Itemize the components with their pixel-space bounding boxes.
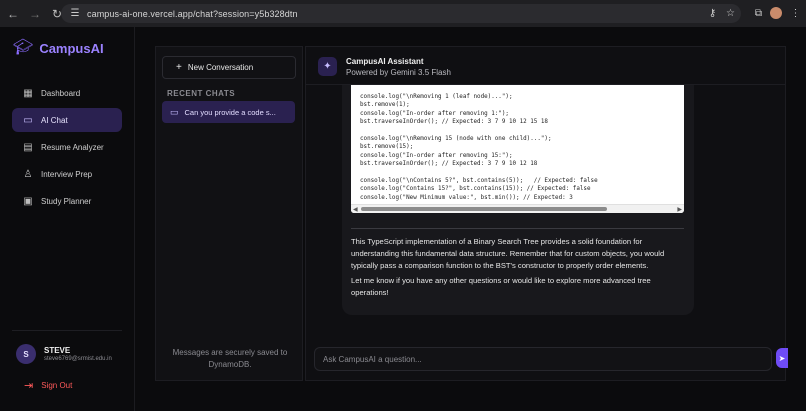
assistant-message: console.log("\nRemoving 1 (leaf node)...… <box>342 85 694 315</box>
scroll-left-icon[interactable]: ◀ <box>353 206 358 213</box>
sign-out-label: Sign Out <box>41 381 73 390</box>
recent-chats-heading: RECENT CHATS <box>167 89 236 98</box>
code-line: console.log("In-order after removing 1:"… <box>360 110 509 117</box>
conversations-panel: + New Conversation RECENT CHATS ▭ Can yo… <box>155 46 303 381</box>
code-line: bst.traverseInOrder(); // Expected: 3 7 … <box>360 119 548 126</box>
sidebar-item-dashboard[interactable]: ▦ Dashboard <box>12 81 122 105</box>
menu-dots-icon[interactable]: ⋮ <box>787 5 804 22</box>
profile-avatar-icon[interactable] <box>770 7 782 19</box>
code-line: bst.remove(1); <box>360 102 410 109</box>
chat-panel: ✦ CampusAI Assistant Powered by Gemini 3… <box>305 46 786 381</box>
chat-input-box[interactable] <box>314 347 772 371</box>
code-line: console.log("In-order after removing 15:… <box>360 152 513 159</box>
url-text[interactable]: campus-ai-one.vercel.app/chat?session=y5… <box>87 9 298 19</box>
extensions-icon[interactable]: ⧉ <box>750 5 767 22</box>
back-icon[interactable]: ← <box>4 5 22 23</box>
sidebar-divider <box>12 330 122 331</box>
sidebar-item-interview-prep[interactable]: ♙ Interview Prep <box>12 162 122 186</box>
divider <box>351 228 684 229</box>
brand[interactable]: 🎓︎ CampusAI <box>13 40 104 56</box>
code-line: bst.traverseInOrder(); // Expected: 3 7 … <box>360 161 538 168</box>
assistant-title: CampusAI Assistant <box>346 57 424 66</box>
code-line: console.log("\nRemoving 15 (node with on… <box>360 136 552 143</box>
horizontal-scrollbar[interactable]: ◀ ▶ <box>351 204 684 213</box>
code-line: console.log("Contains 15?", bst.contains… <box>360 186 591 193</box>
user-icon: ♙ <box>23 168 33 180</box>
sign-out-button[interactable]: ⇥ Sign Out <box>24 379 72 392</box>
grid-icon: ▦ <box>23 87 33 99</box>
sidebar-item-resume-analyzer[interactable]: ▤ Resume Analyzer <box>12 135 122 159</box>
code-line: console.log("\nContains 5?", bst.contain… <box>360 178 598 185</box>
recent-chat-item[interactable]: ▭ Can you provide a code s... <box>162 101 295 123</box>
sidebar-item-label: AI Chat <box>41 115 68 125</box>
send-icon: ➤ <box>778 353 786 363</box>
user-profile: S STEVE steve6769@srmist.edu.in <box>16 344 112 364</box>
sidebar-item-label: Study Planner <box>41 196 92 206</box>
code-text: console.log("\nRemoving 1 (leaf node)...… <box>360 93 598 202</box>
send-button[interactable]: ➤ <box>776 348 788 368</box>
graduation-cap-icon: 🎓︎ <box>13 39 34 56</box>
new-conversation-label: New Conversation <box>187 63 254 72</box>
new-conversation-button[interactable]: + New Conversation <box>162 56 296 79</box>
browser-toolbar: ← → ↻ ☰ campus-ai-one.vercel.app/chat?se… <box>0 0 806 27</box>
code-block[interactable]: console.log("\nRemoving 1 (leaf node)...… <box>351 85 684 213</box>
sidebar-item-study-planner[interactable]: ▣ Study Planner <box>12 189 122 213</box>
user-email: steve6769@srmist.edu.in <box>44 356 112 362</box>
bookmark-star-icon[interactable]: ☆ <box>723 6 738 21</box>
code-line: console.log("\nRemoving 1 (leaf node)...… <box>360 94 513 100</box>
brand-name: CampusAI <box>39 40 104 56</box>
message-paragraph: This TypeScript implementation of a Bina… <box>351 237 665 270</box>
sidebar: 🎓︎ CampusAI ▦ Dashboard ▭ AI Chat ▤ Resu… <box>0 27 135 411</box>
document-icon: ▤ <box>23 141 33 153</box>
recent-chat-label: Can you provide a code s... <box>184 107 276 117</box>
sidebar-item-ai-chat[interactable]: ▭ AI Chat <box>12 108 122 132</box>
forward-icon[interactable]: → <box>26 5 44 23</box>
sidebar-item-label: Interview Prep <box>41 169 93 179</box>
plus-icon: + <box>176 62 182 73</box>
scrollbar-thumb[interactable] <box>361 207 607 211</box>
site-settings-icon[interactable]: ☰ <box>67 6 83 22</box>
assistant-subtitle: Powered by Gemini 3.5 Flash <box>346 68 451 77</box>
saved-note: Messages are securely saved to DynamoDB. <box>172 348 288 369</box>
code-line: bst.remove(15); <box>360 144 414 151</box>
chat-icon: ▭ <box>23 114 33 126</box>
user-name: STEVE <box>44 346 71 355</box>
code-line: console.log("New Minimum value:", bst.mi… <box>360 194 573 201</box>
password-key-icon[interactable]: ⚷ <box>705 6 720 21</box>
logout-icon: ⇥ <box>24 380 34 392</box>
message-paragraph: Let me know if you have any other questi… <box>351 276 651 297</box>
avatar: S <box>16 344 36 364</box>
sidebar-item-label: Dashboard <box>41 88 81 98</box>
calendar-icon: ▣ <box>23 195 33 207</box>
sidebar-item-label: Resume Analyzer <box>41 142 104 152</box>
chat-icon: ▭ <box>170 106 179 117</box>
address-bar[interactable]: ☰ campus-ai-one.vercel.app/chat?session=… <box>61 4 741 23</box>
chat-header: ✦ CampusAI Assistant Powered by Gemini 3… <box>306 47 785 85</box>
chat-input[interactable] <box>323 354 763 364</box>
sparkles-icon: ✦ <box>318 57 337 76</box>
scroll-right-icon[interactable]: ▶ <box>677 206 682 213</box>
